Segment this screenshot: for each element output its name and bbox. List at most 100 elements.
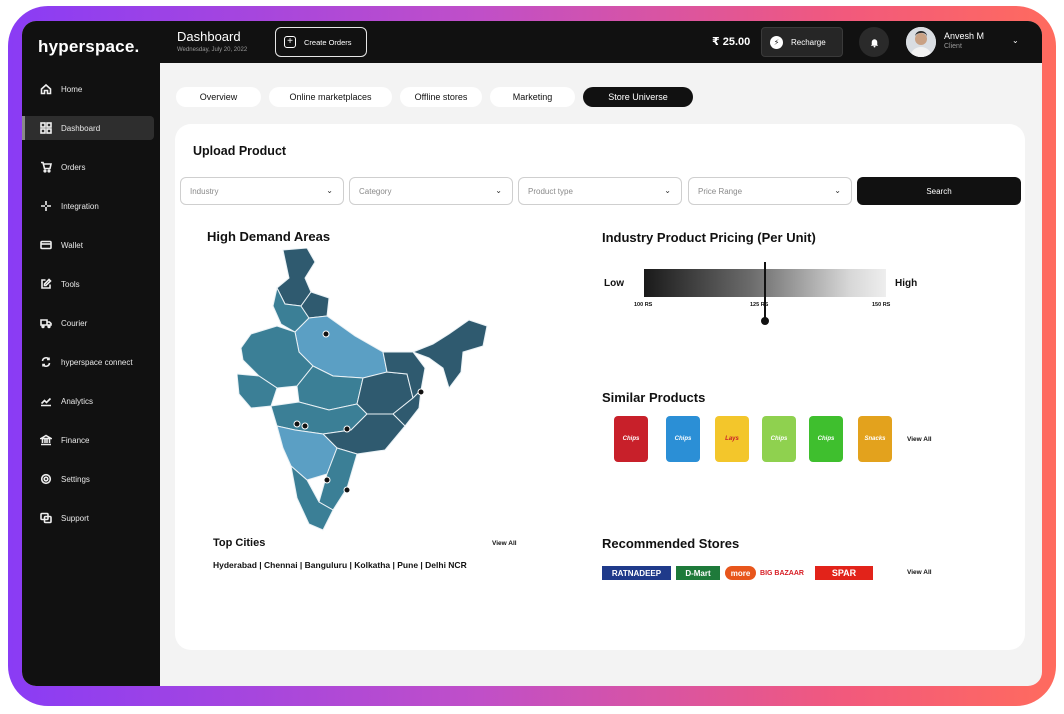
product-thumbnail[interactable]: Chips <box>762 416 796 462</box>
wallet-icon <box>40 240 52 250</box>
tab-offline-stores[interactable]: Offline stores <box>400 87 482 107</box>
price-marker-dot <box>761 317 769 325</box>
sidebar-nav: Home Dashboard Orders Integration Wallet… <box>22 77 160 545</box>
user-role: Client <box>944 43 962 50</box>
sidebar-item-label: Wallet <box>61 240 83 250</box>
sidebar-item-label: Finance <box>61 435 90 445</box>
industry-select[interactable]: Industry ⌄ <box>180 177 344 205</box>
create-orders-label: Create Orders <box>304 37 352 47</box>
product-thumbnail[interactable]: Chips <box>666 416 700 462</box>
sidebar-item-home[interactable]: Home <box>22 77 154 101</box>
store-logo-big-bazaar[interactable]: BIG BAZAAR <box>760 566 804 580</box>
sidebar-item-courier[interactable]: Courier <box>22 311 154 335</box>
sidebar-item-label: Settings <box>61 474 90 484</box>
app-logo: hyperspace. <box>38 37 140 56</box>
top-cities-view-all-link[interactable]: View All <box>492 540 517 547</box>
price-tick-min: 100 RS <box>634 302 653 308</box>
similar-products-view-all-link[interactable]: View All <box>907 436 932 443</box>
category-select[interactable]: Category ⌄ <box>349 177 513 205</box>
product-type-select[interactable]: Product type ⌄ <box>518 177 682 205</box>
search-button[interactable]: Search <box>857 177 1021 205</box>
product-thumbnail[interactable]: Snacks <box>858 416 892 462</box>
edit-icon <box>41 278 52 289</box>
create-orders-button[interactable]: + Create Orders <box>275 27 367 57</box>
recommended-stores-title: Recommended Stores <box>602 536 740 551</box>
user-name: Anvesh M <box>944 31 985 41</box>
product-type-select-value: Product type <box>528 186 573 196</box>
chevron-down-icon: ⌄ <box>495 186 502 195</box>
upload-product-card: Upload Product Industry ⌄ Category ⌄ Pro… <box>175 124 1025 650</box>
tab-online-marketplaces[interactable]: Online marketplaces <box>269 87 392 107</box>
sidebar-item-label: Tools <box>61 279 80 289</box>
sidebar-item-wallet[interactable]: Wallet <box>22 233 154 257</box>
store-logo-ratnadeep[interactable]: RATNADEEP <box>602 566 671 580</box>
sidebar-item-tools[interactable]: Tools <box>22 272 154 296</box>
sync-icon <box>41 357 51 367</box>
product-thumbnail[interactable]: Chips <box>809 416 843 462</box>
price-range-select[interactable]: Price Range ⌄ <box>688 177 852 205</box>
tab-store-universe[interactable]: Store Universe <box>583 87 693 107</box>
sidebar-item-label: Support <box>61 513 90 523</box>
price-low-label: Low <box>604 278 624 289</box>
chevron-down-icon[interactable]: ⌄ <box>1012 36 1019 45</box>
chevron-down-icon: ⌄ <box>834 186 841 195</box>
bell-icon <box>870 38 878 48</box>
sidebar: hyperspace. Home Dashboard Orders Integr… <box>22 21 160 686</box>
sidebar-item-integration[interactable]: Integration <box>22 194 154 218</box>
sidebar-item-label: Integration <box>61 201 99 211</box>
tab-marketing[interactable]: Marketing <box>490 87 575 107</box>
stores-view-all-link[interactable]: View All <box>907 569 932 576</box>
product-label: Lays <box>725 436 739 442</box>
price-range-select-value: Price Range <box>698 186 743 196</box>
plus-icon: + <box>284 36 296 48</box>
sidebar-item-settings[interactable]: Settings <box>22 467 154 491</box>
store-logo-more[interactable]: more <box>725 566 756 580</box>
sidebar-item-label: Orders <box>61 162 86 172</box>
avatar[interactable] <box>906 27 936 57</box>
sidebar-item-label: hyperspace connect <box>61 357 133 367</box>
industry-select-value: Industry <box>190 186 219 196</box>
notifications-button[interactable] <box>859 27 889 57</box>
tab-overview[interactable]: Overview <box>176 87 261 107</box>
chevron-down-icon: ⌄ <box>326 186 333 195</box>
sidebar-item-hyperspace-connect[interactable]: hyperspace connect <box>22 350 154 374</box>
product-thumbnail[interactable]: Chips <box>614 416 648 462</box>
product-thumbnail[interactable]: Lays <box>715 416 749 462</box>
cart-icon <box>41 161 52 173</box>
page-title: Dashboard <box>177 29 241 44</box>
product-label: Chips <box>817 436 835 442</box>
similar-products-title: Similar Products <box>602 390 706 405</box>
lightning-icon: ⚡ <box>770 35 783 49</box>
india-map <box>236 247 497 534</box>
recharge-button[interactable]: ⚡ Recharge <box>761 27 843 57</box>
support-icon <box>40 512 52 524</box>
sidebar-item-dashboard[interactable]: Dashboard <box>22 116 154 140</box>
product-label: Snacks <box>864 436 886 442</box>
user-photo-icon <box>906 27 936 57</box>
product-label: Chips <box>674 436 692 442</box>
sidebar-item-finance[interactable]: Finance <box>22 428 154 452</box>
recharge-label: Recharge <box>791 37 826 47</box>
top-cities-title: Top Cities <box>213 537 266 549</box>
truck-icon <box>40 319 52 329</box>
chart-icon <box>40 397 52 407</box>
chevron-down-icon: ⌄ <box>664 186 671 195</box>
sidebar-item-label: Dashboard <box>61 123 101 133</box>
sidebar-item-support[interactable]: Support <box>22 506 154 530</box>
price-high-label: High <box>895 278 918 289</box>
home-icon <box>40 83 52 95</box>
store-logo-dmart[interactable]: D-Mart <box>676 566 720 580</box>
page-date: Wednesday, July 20, 2022 <box>177 47 248 53</box>
product-label: Chips <box>770 436 788 442</box>
sidebar-item-label: Courier <box>61 318 88 328</box>
store-logo-spar[interactable]: SPAR <box>815 566 873 580</box>
high-demand-title: High Demand Areas <box>207 229 331 244</box>
gear-icon <box>40 473 52 485</box>
integration-icon <box>41 201 51 211</box>
upload-product-title: Upload Product <box>193 144 287 158</box>
sidebar-item-label: Analytics <box>61 396 94 406</box>
tab-bar: Overview Online marketplaces Offline sto… <box>176 87 701 107</box>
price-tick-max: 150 RS <box>872 302 891 308</box>
sidebar-item-analytics[interactable]: Analytics <box>22 389 154 413</box>
sidebar-item-orders[interactable]: Orders <box>22 155 154 179</box>
